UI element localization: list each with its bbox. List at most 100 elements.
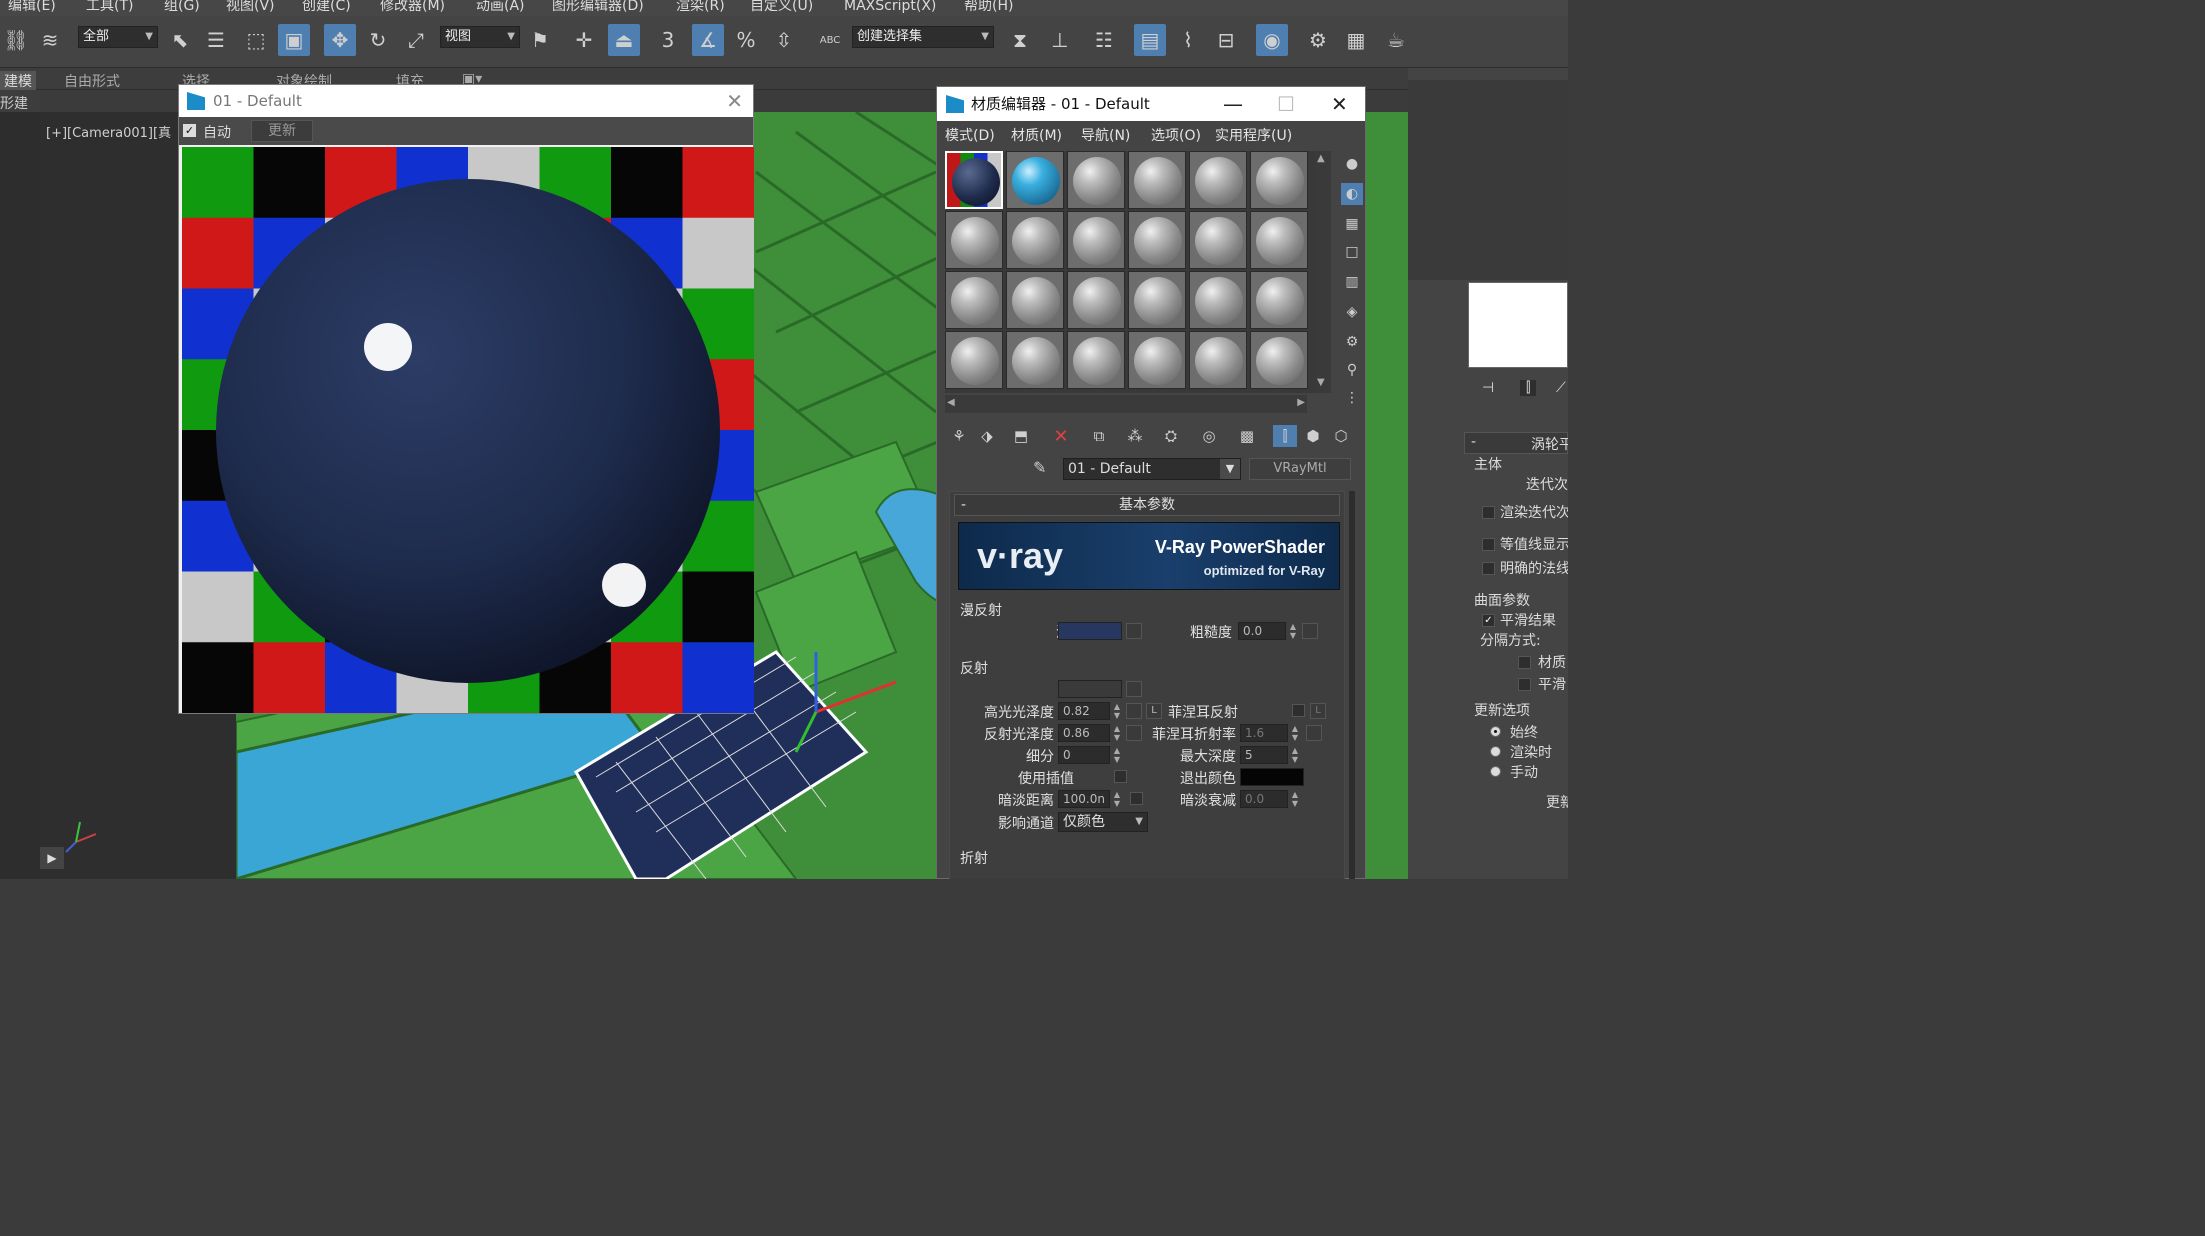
- smoothing-checkbox[interactable]: [1518, 678, 1531, 691]
- reference-coord-combo[interactable]: 视图 ▼: [440, 26, 520, 48]
- keyboard-shortcut-icon[interactable]: ⏏: [608, 24, 640, 56]
- dim-distance-input[interactable]: 100.0n: [1058, 790, 1110, 808]
- selection-filter-combo[interactable]: 全部 ▼: [78, 26, 158, 48]
- modifier-stack-box[interactable]: [1468, 282, 1568, 368]
- update-button[interactable]: 更新: [1546, 792, 1568, 812]
- viewport-label[interactable]: [+][Camera001][真: [46, 122, 171, 141]
- material-slot[interactable]: [1006, 211, 1064, 269]
- close-icon[interactable]: ✕: [726, 85, 743, 117]
- material-slot[interactable]: [1128, 271, 1186, 329]
- edit-named-selection-icon[interactable]: ABC: [814, 24, 846, 56]
- angle-snap-icon[interactable]: ∡: [692, 24, 724, 56]
- turbosmooth-rollout-header[interactable]: - 涡轮平: [1464, 432, 1568, 454]
- bind-spacewarp-icon[interactable]: ≋: [34, 24, 66, 56]
- align-icon[interactable]: ⊥: [1044, 24, 1076, 56]
- material-slot[interactable]: [1189, 211, 1247, 269]
- refl-gloss-spinner[interactable]: ▲ ▼: [1112, 724, 1122, 742]
- make-copy-icon[interactable]: ⧉: [1087, 425, 1111, 447]
- minimize-icon[interactable]: —: [1223, 87, 1243, 121]
- dim-falloff-spinner[interactable]: ▲ ▼: [1290, 790, 1300, 808]
- select-object-icon[interactable]: ⬉: [164, 24, 196, 56]
- material-slot[interactable]: [1006, 151, 1064, 209]
- rollout-scrollbar[interactable]: [1349, 491, 1355, 879]
- material-slot[interactable]: [1189, 271, 1247, 329]
- put-to-library-icon[interactable]: ⛭: [1159, 425, 1183, 447]
- rect-selection-icon[interactable]: ⬚: [240, 24, 272, 56]
- basic-params-header[interactable]: - 基本参数: [954, 494, 1340, 516]
- scroll-left-icon[interactable]: ◀: [947, 397, 955, 408]
- options-icon[interactable]: ⚙: [1341, 331, 1363, 353]
- pin-stack-icon[interactable]: ⊣: [1482, 380, 1494, 396]
- update-button[interactable]: 更新: [251, 120, 313, 142]
- tab-freeform[interactable]: 自由形式: [64, 71, 120, 91]
- make-unique-icon[interactable]: ⁂: [1123, 425, 1147, 447]
- material-editor-titlebar[interactable]: 材质编辑器 - 01 - Default — ☐ ✕: [937, 87, 1365, 121]
- make-preview-icon[interactable]: ◈: [1341, 301, 1363, 323]
- close-icon[interactable]: ✕: [1331, 87, 1348, 121]
- curve-editor-icon[interactable]: ⌇: [1172, 24, 1204, 56]
- material-slot[interactable]: [1250, 331, 1308, 389]
- menu-modifiers[interactable]: 修改器(M): [380, 0, 445, 13]
- tab-modeling[interactable]: 建模: [0, 71, 36, 91]
- isoline-checkbox[interactable]: [1482, 538, 1495, 551]
- sample-type-icon[interactable]: ●: [1341, 153, 1363, 175]
- schematic-view-icon[interactable]: ⊟: [1210, 24, 1242, 56]
- material-slot[interactable]: [945, 271, 1003, 329]
- material-slot[interactable]: [1128, 331, 1186, 389]
- material-slot[interactable]: [1067, 271, 1125, 329]
- subdivs-input[interactable]: 0: [1058, 746, 1110, 764]
- menu-animation[interactable]: 动画(A): [476, 0, 525, 13]
- scroll-up-icon[interactable]: ▲: [1317, 153, 1325, 164]
- rotate-icon[interactable]: ↻: [362, 24, 394, 56]
- reflect-map-button[interactable]: [1126, 681, 1142, 697]
- roughness-spinner[interactable]: ▲ ▼: [1288, 622, 1298, 640]
- menu-rendering[interactable]: 渲染(R): [676, 0, 725, 13]
- dim-falloff-input[interactable]: 0.0: [1240, 790, 1288, 808]
- auto-checkbox[interactable]: ✓: [183, 124, 196, 137]
- material-slot[interactable]: [1128, 211, 1186, 269]
- affect-channels-dropdown[interactable]: 仅颜色 ▼: [1058, 812, 1148, 832]
- percent-snap-icon[interactable]: %: [730, 24, 762, 56]
- material-slot[interactable]: [1006, 331, 1064, 389]
- dim-distance-spinner[interactable]: ▲ ▼: [1112, 790, 1122, 808]
- link-icon[interactable]: ⛓: [0, 24, 32, 56]
- menu-navigation[interactable]: 导航(N): [1081, 125, 1130, 145]
- rendered-frame-window-icon[interactable]: ▦: [1340, 24, 1372, 56]
- show-end-result-icon[interactable]: ⫿: [1273, 425, 1297, 447]
- select-manipulate-icon[interactable]: ✛: [568, 24, 600, 56]
- max-depth-spinner[interactable]: ▲ ▼: [1290, 746, 1300, 764]
- menu-tools[interactable]: 工具(T): [86, 0, 133, 13]
- fresnel-ior-map-button[interactable]: [1306, 725, 1322, 741]
- scale-icon[interactable]: ⤢: [400, 24, 432, 56]
- fresnel-checkbox[interactable]: [1292, 704, 1305, 717]
- fresnel-ior-input[interactable]: 1.6: [1240, 724, 1288, 742]
- hilight-gloss-map-button[interactable]: [1126, 703, 1142, 719]
- background-icon[interactable]: ▦: [1341, 213, 1363, 235]
- refl-gloss-input[interactable]: 0.86: [1058, 724, 1110, 742]
- menu-views[interactable]: 视图(V): [226, 0, 275, 13]
- subdivs-spinner[interactable]: ▲ ▼: [1112, 746, 1122, 764]
- named-selection-combo[interactable]: 创建选择集 ▼: [852, 26, 994, 48]
- diffuse-map-button[interactable]: [1126, 623, 1142, 639]
- fresnel-ior-spinner[interactable]: ▲ ▼: [1290, 724, 1300, 742]
- get-material-icon[interactable]: ⚘: [947, 425, 971, 447]
- material-slot[interactable]: [945, 211, 1003, 269]
- reset-map-icon[interactable]: ✕: [1049, 425, 1073, 447]
- material-editor-icon[interactable]: ◉: [1256, 24, 1288, 56]
- hilight-gloss-input[interactable]: 0.82: [1058, 702, 1110, 720]
- material-slot[interactable]: [1189, 151, 1247, 209]
- material-slot[interactable]: [1250, 151, 1308, 209]
- material-id-channel-icon[interactable]: ◎: [1197, 425, 1221, 447]
- menu-maxscript[interactable]: MAXScript(X): [844, 0, 936, 13]
- select-by-name-icon[interactable]: ☰: [200, 24, 232, 56]
- show-shaded-material-icon[interactable]: ▩: [1235, 425, 1259, 447]
- material-slot[interactable]: [1067, 151, 1125, 209]
- material-slot[interactable]: [1067, 331, 1125, 389]
- maximize-icon[interactable]: ☐: [1277, 87, 1295, 121]
- material-slot[interactable]: [1250, 271, 1308, 329]
- assign-to-selection-icon[interactable]: ⬒: [1009, 425, 1033, 447]
- menu-graph-editors[interactable]: 图形编辑器(D): [552, 0, 644, 13]
- material-slot[interactable]: [1006, 271, 1064, 329]
- spinner-snap-icon[interactable]: ⇳: [768, 24, 800, 56]
- slots-hscrollbar[interactable]: ◀ ▶: [945, 395, 1307, 413]
